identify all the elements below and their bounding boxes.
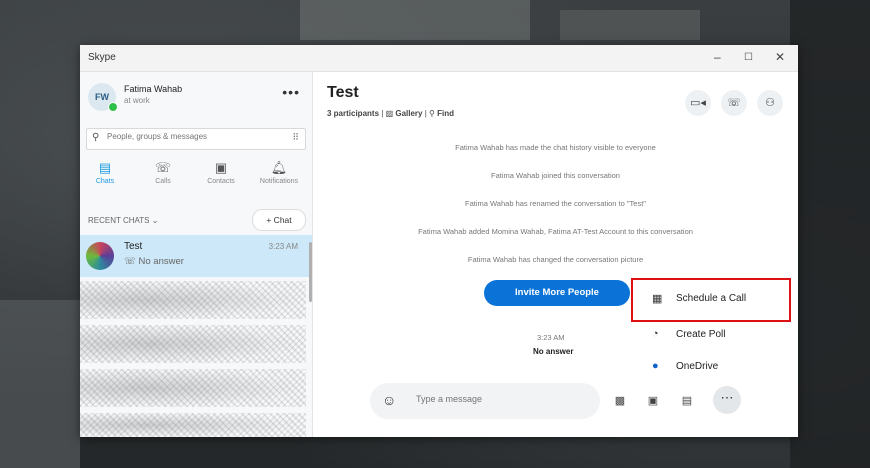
chat-item-test[interactable]: Test ☏ No answer 3:23 AM <box>80 235 312 277</box>
conversation-title[interactable]: Test <box>327 84 359 102</box>
group-avatar <box>86 242 114 270</box>
profile-area[interactable]: FW Fatima Wahab at work ••• <box>88 80 308 116</box>
bell-icon: 🔔︎ <box>270 160 288 175</box>
gallery-icon: ▨ <box>385 109 394 118</box>
chat-icon: ▤ <box>98 160 112 175</box>
list-item[interactable] <box>80 325 306 363</box>
find-icon: ⚲ <box>429 109 435 118</box>
scrollbar[interactable] <box>309 242 312 302</box>
profile-status: at work <box>124 96 150 105</box>
contact-card-icon[interactable]: ▣ <box>642 390 664 412</box>
message-composer[interactable]: ☺ <box>370 383 600 419</box>
chat-subtitle: ☏ No answer <box>124 256 184 267</box>
tab-label: Notifications <box>259 178 299 185</box>
tab-label: Calls <box>155 178 171 185</box>
list-item[interactable] <box>80 413 306 437</box>
invite-more-people-button[interactable]: Invite More People <box>484 280 630 306</box>
add-person-icon: ⚇ <box>765 97 775 109</box>
system-message: Fatima Wahab has renamed the conversatio… <box>465 199 646 208</box>
search-box[interactable]: ⚲ ⠿ <box>86 128 306 150</box>
presence-dot <box>108 102 118 112</box>
dialpad-icon[interactable]: ⠿ <box>292 132 299 143</box>
phone-icon: ☏ <box>154 160 172 175</box>
minimize-button[interactable]: – <box>714 50 721 64</box>
new-chat-button[interactable]: + Chat <box>252 209 306 231</box>
contacts-icon: ▣ <box>214 160 228 175</box>
find-link[interactable]: Find <box>437 109 454 118</box>
search-icon: ⚲ <box>92 132 100 143</box>
video-call-button[interactable]: ▭◂ <box>685 90 711 116</box>
add-people-button[interactable]: ⚇ <box>757 90 783 116</box>
message-extensions-icon[interactable]: ▤ <box>676 390 698 412</box>
system-message: Fatima Wahab has made the chat history v… <box>455 143 656 152</box>
highlight-box <box>631 278 791 322</box>
tab-label: Contacts <box>207 178 235 185</box>
nav-tabs: ▤ Chats ☏ Calls ▣ Contacts 🔔︎ Notificati… <box>80 160 312 196</box>
call-status: No answer <box>533 347 574 356</box>
more-options-icon[interactable]: ••• <box>282 84 300 100</box>
poll-icon: ◔ <box>652 328 659 340</box>
onedrive-icon: ● <box>652 360 659 372</box>
menu-item-onedrive[interactable]: ● OneDrive <box>636 352 786 382</box>
system-message: Fatima Wahab joined this conversation <box>491 171 620 180</box>
chat-name: Test <box>124 241 143 252</box>
tab-chats[interactable]: ▤ Chats <box>80 160 130 185</box>
gallery-link[interactable]: Gallery <box>395 109 422 118</box>
system-message: Fatima Wahab added Momina Wahab, Fatima … <box>418 227 693 236</box>
audio-call-button[interactable]: ☏ <box>721 90 747 116</box>
profile-name: Fatima Wahab <box>124 84 183 94</box>
emoji-icon[interactable]: ☺ <box>382 392 396 408</box>
menu-item-label: Create Poll <box>676 329 726 340</box>
app-title: Skype <box>88 52 116 63</box>
close-button[interactable]: ✕ <box>775 50 785 64</box>
search-input[interactable] <box>105 131 279 142</box>
tab-notifications[interactable]: 🔔︎ Notifications <box>254 160 304 185</box>
menu-item-create-poll[interactable]: ◔ Create Poll <box>636 320 786 350</box>
call-time: 3:23 AM <box>537 333 565 342</box>
list-item[interactable] <box>80 369 306 407</box>
tab-contacts[interactable]: ▣ Contacts <box>196 160 246 185</box>
phone-icon: ☏ <box>727 97 741 109</box>
media-gallery-icon[interactable]: ▩ <box>609 390 631 412</box>
message-input[interactable] <box>414 393 588 405</box>
title-bar: Skype – ☐ ✕ <box>80 45 798 72</box>
video-icon: ▭◂ <box>690 97 706 109</box>
maximize-button[interactable]: ☐ <box>744 52 753 63</box>
separator: | <box>381 109 384 118</box>
menu-item-label: OneDrive <box>676 361 719 372</box>
separator: | <box>424 109 427 118</box>
tab-label: Chats <box>95 178 115 185</box>
chat-list: Test ☏ No answer 3:23 AM <box>80 235 312 437</box>
system-message: Fatima Wahab has changed the conversatio… <box>467 255 644 264</box>
tab-calls[interactable]: ☏ Calls <box>138 160 188 185</box>
more-compose-options-button[interactable]: ⋯ <box>713 386 741 414</box>
conversation-meta: 3 participants | ▨ Gallery | ⚲ Find <box>327 109 454 118</box>
recent-chats-dropdown[interactable]: RECENT CHATS ⌄ <box>88 216 158 225</box>
chat-time: 3:23 AM <box>268 242 298 251</box>
left-sidebar: FW Fatima Wahab at work ••• ⚲ ⠿ ▤ Chats … <box>80 72 313 437</box>
participants-link[interactable]: 3 participants <box>327 109 379 118</box>
list-item[interactable] <box>80 281 306 319</box>
